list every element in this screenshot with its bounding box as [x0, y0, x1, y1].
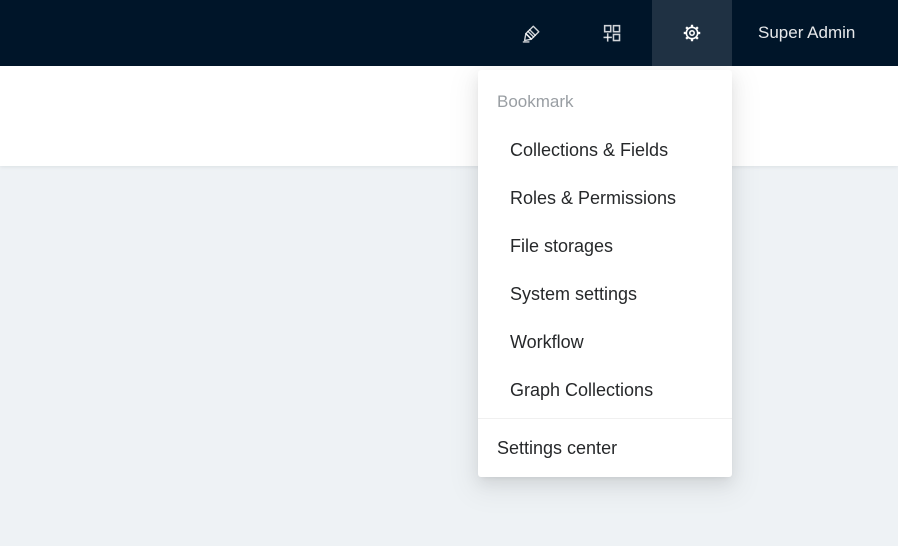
user-menu[interactable]: Super Admin [732, 0, 898, 66]
settings-dropdown-menu: Bookmark Collections & Fields Roles & Pe… [478, 70, 732, 477]
menu-item-settings-center[interactable]: Settings center [478, 419, 732, 477]
menu-item-roles-permissions[interactable]: Roles & Permissions [478, 178, 732, 218]
menu-item-system-settings[interactable]: System settings [478, 274, 732, 314]
menu-group-label: Bookmark [478, 82, 732, 122]
ui-editor-button[interactable] [492, 0, 572, 66]
user-label: Super Admin [758, 23, 855, 43]
menu-item-file-storages[interactable]: File storages [478, 226, 732, 266]
menu-group-items: Collections & Fields Roles & Permissions… [478, 130, 732, 410]
menu-item-collections-fields[interactable]: Collections & Fields [478, 130, 732, 170]
highlighter-icon [521, 22, 543, 44]
appstore-add-icon [601, 22, 623, 44]
menu-item-graph-collections[interactable]: Graph Collections [478, 370, 732, 410]
topbar: Super Admin [0, 0, 898, 66]
gear-icon [681, 22, 703, 44]
settings-button[interactable] [652, 0, 732, 66]
plugins-button[interactable] [572, 0, 652, 66]
screen: Super Admin Bookmark Collections & Field… [0, 0, 898, 546]
page-header [0, 66, 898, 166]
menu-item-workflow[interactable]: Workflow [478, 322, 732, 362]
